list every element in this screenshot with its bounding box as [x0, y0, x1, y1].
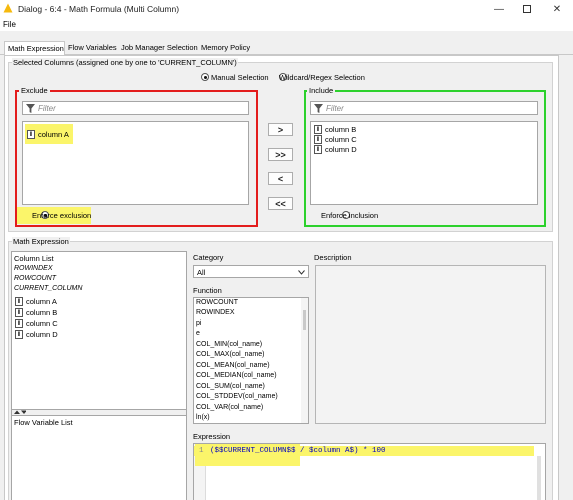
description-pane [315, 265, 546, 424]
expression-code: ($$CURRENT_COLUMN$$ / $column A$) * 100 [210, 447, 386, 455]
tab-memory-policy[interactable]: Memory Policy [198, 41, 252, 54]
description-label: Description [314, 253, 352, 262]
tab-flow-variables[interactable]: Flow Variables [65, 41, 118, 54]
list-item[interactable]: I column A [25, 124, 73, 144]
enforce-exclusion-label: Enforce exclusion [32, 211, 92, 220]
include-item-label: column D [325, 144, 357, 154]
selected-columns-label: Selected Columns (assigned one by one to… [12, 58, 238, 67]
wildcard-selection-label: Wildcard/Regex Selection [279, 73, 365, 82]
column-list-item-label: column C [26, 318, 58, 328]
function-label: Function [193, 286, 222, 295]
manual-selection-radio[interactable] [201, 73, 209, 81]
tab-job-manager-selection[interactable]: Job Manager Selection [118, 41, 198, 54]
exclude-filter-input[interactable]: Filter [22, 101, 249, 115]
menu-file[interactable]: File [3, 20, 16, 29]
include-filter-input[interactable]: Filter [310, 101, 538, 115]
list-item[interactable]: COL_MEDIAN(col_name) [196, 372, 277, 379]
include-item-label: column C [325, 134, 357, 144]
expression-code-highlighted: ($$CURRENT_COLUMN$$ [210, 447, 296, 455]
enforce-inclusion-label: Enforce inclusion [321, 211, 379, 220]
column-type-icon: I [314, 134, 322, 144]
category-select[interactable]: All [193, 265, 309, 278]
maximize-icon [523, 5, 531, 13]
category-value: All [197, 268, 206, 277]
list-item[interactable]: COL_VAR(col_name) [196, 404, 263, 411]
function-scrollbar[interactable] [301, 298, 308, 423]
column-list-header: Column List [14, 254, 54, 263]
list-item[interactable]: I column B [15, 307, 57, 317]
column-list-item-label: column D [26, 329, 58, 339]
tab-math-expression[interactable]: Math Expression [4, 41, 65, 55]
list-item[interactable]: ROWINDEX [196, 309, 235, 316]
scrollbar-thumb[interactable] [303, 310, 306, 330]
list-item[interactable]: COL_STDDEV(col_name) [196, 393, 278, 400]
exclude-filter-placeholder: Filter [38, 104, 56, 113]
filter-icon [26, 104, 35, 113]
column-type-icon: I [15, 307, 23, 317]
list-item[interactable]: COL_MEAN(col_name) [196, 362, 270, 369]
include-list[interactable]: I column B I column C I column D [310, 121, 538, 205]
close-button[interactable]: ✕ [543, 0, 571, 18]
column-type-icon: I [15, 329, 23, 339]
column-list-item-label: column B [26, 307, 58, 317]
column-list-item-label: column A [26, 296, 57, 306]
minimize-icon: — [494, 3, 504, 15]
exclude-item-label: column A [38, 129, 69, 139]
include-filter-placeholder: Filter [326, 104, 344, 113]
flow-variable-list-header: Flow Variable List [14, 418, 73, 427]
manual-selection-label: Manual Selection [211, 73, 269, 82]
column-type-icon: I [15, 318, 23, 328]
list-item[interactable]: COL_SUM(col_name) [196, 383, 265, 390]
category-label: Category [193, 253, 224, 262]
exclude-list[interactable]: I column A [22, 121, 249, 205]
menu-bar: File [0, 18, 573, 31]
list-item[interactable]: ROWCOUNT [196, 299, 238, 306]
math-expression-label: Math Expression [12, 237, 70, 246]
expression-label: Expression [193, 432, 231, 441]
include-label: Include [307, 86, 336, 95]
editor-scrollbar[interactable] [537, 456, 541, 500]
close-icon: ✕ [552, 3, 562, 15]
exclude-label: Exclude [19, 86, 50, 95]
flow-variable-list[interactable]: Flow Variable List [11, 415, 187, 500]
list-item[interactable]: e [196, 330, 200, 337]
column-type-icon: I [27, 129, 35, 139]
expression-code-rest: / $column A$) * 100 [295, 447, 386, 455]
list-item[interactable]: I column D [314, 144, 357, 154]
minimize-button[interactable]: — [485, 0, 513, 18]
function-list[interactable]: ROWCOUNT ROWINDEX pi e COL_MIN(col_name)… [193, 297, 309, 424]
filter-icon [314, 104, 323, 113]
list-item[interactable]: I column D [15, 329, 58, 339]
column-list[interactable]: Column List ROWINDEX ROWCOUNT CURRENT_CO… [11, 251, 187, 410]
list-item[interactable]: I column B [314, 124, 356, 134]
title-bar: Dialog - 6:4 - Math Formula (Multi Colum… [0, 0, 573, 18]
expression-editor[interactable]: 1 ($$CURRENT_COLUMN$$ / $column A$) * 10… [193, 443, 546, 500]
list-item[interactable]: I column A [15, 296, 57, 306]
list-item[interactable]: ROWINDEX [14, 265, 53, 272]
window-title: Dialog - 6:4 - Math Formula (Multi Colum… [18, 4, 180, 14]
list-item[interactable]: CURRENT_COLUMN [14, 285, 82, 292]
line-number: 1 [199, 447, 204, 455]
window-scrollbar[interactable] [561, 55, 573, 500]
list-item[interactable]: COL_MAX(col_name) [196, 351, 264, 358]
remove-button[interactable]: < [268, 172, 293, 185]
knime-warning-icon [3, 3, 13, 13]
list-item[interactable]: COL_MIN(col_name) [196, 341, 262, 348]
maximize-button[interactable] [513, 0, 541, 18]
list-item[interactable]: I column C [314, 134, 357, 144]
list-item[interactable]: ln(x) [196, 414, 210, 421]
column-type-icon: I [314, 124, 322, 134]
add-all-button[interactable]: >> [268, 148, 293, 161]
add-button[interactable]: > [268, 123, 293, 136]
column-type-icon: I [314, 144, 322, 154]
list-item[interactable]: ROWCOUNT [14, 275, 56, 282]
remove-all-button[interactable]: << [268, 197, 293, 210]
column-type-icon: I [15, 296, 23, 306]
chevron-down-icon [298, 270, 305, 275]
list-item[interactable]: pi [196, 320, 201, 327]
include-item-label: column B [325, 124, 357, 134]
list-item[interactable]: I column C [15, 318, 58, 328]
